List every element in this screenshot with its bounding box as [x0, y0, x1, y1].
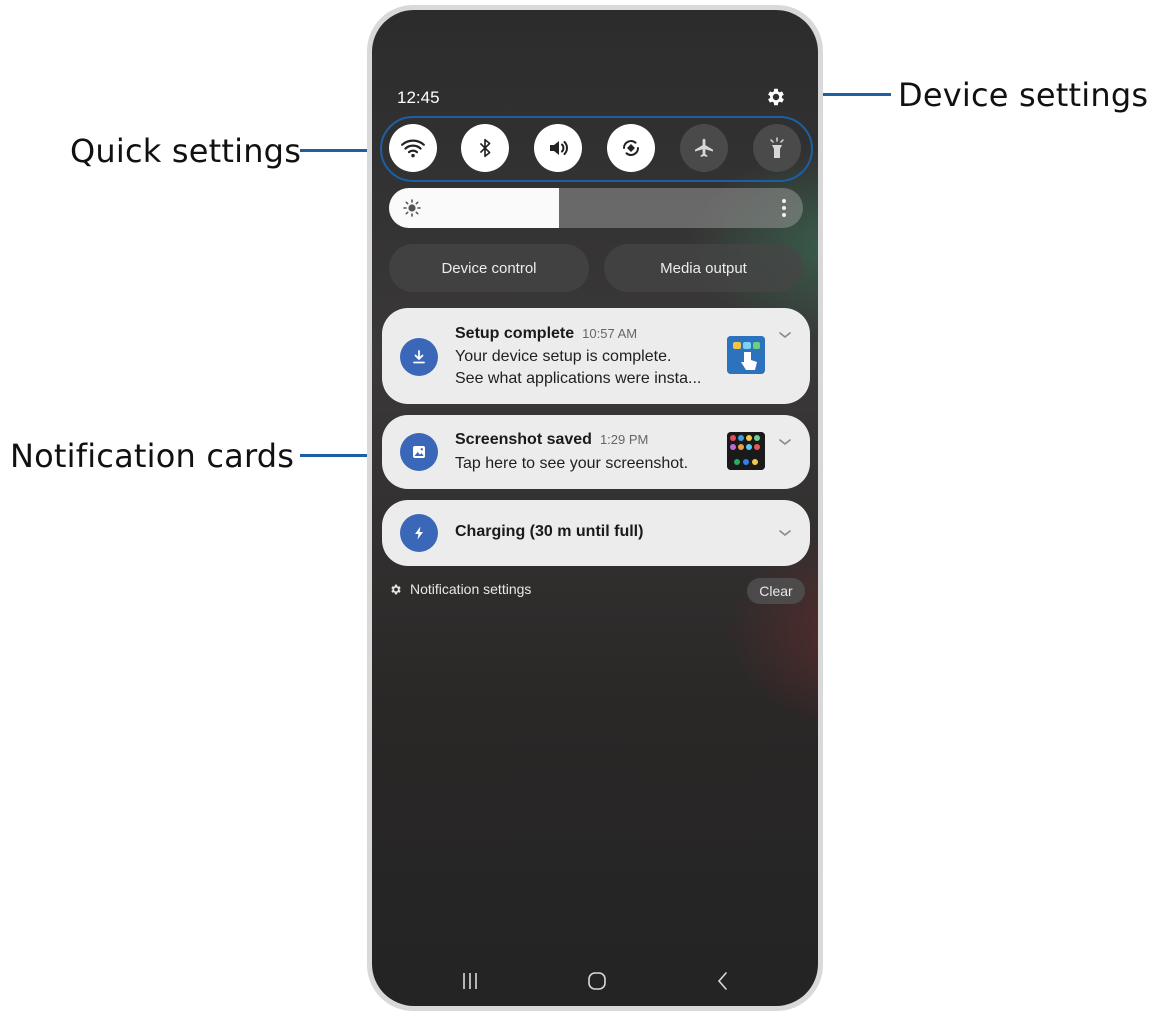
wifi-toggle[interactable] — [389, 124, 437, 172]
chevron-down-icon[interactable] — [778, 528, 792, 538]
notification-text: Tap here to see your screenshot. — [455, 455, 689, 472]
download-icon — [400, 338, 438, 376]
notification-card-charging[interactable]: Charging (30 m until full) — [382, 500, 810, 566]
notification-title: Setup complete 10:57 AM — [455, 325, 638, 342]
lightning-icon — [400, 514, 438, 552]
recents-icon — [463, 973, 477, 989]
notification-time: 1:29 PM — [599, 432, 649, 447]
device-settings-callout: Device settings — [898, 76, 1149, 114]
clear-button[interactable]: Clear — [747, 578, 805, 604]
brightness-slider[interactable] — [389, 188, 803, 228]
screenshot-thumbnail — [727, 432, 765, 470]
notification-title: Charging (30 m until full) — [455, 523, 644, 540]
wifi-icon — [401, 139, 425, 158]
sun-icon — [402, 198, 422, 223]
notification-panel: 12:45 Device control Media output Setup … — [372, 10, 818, 1006]
flashlight-toggle[interactable] — [753, 124, 801, 172]
notification-title: Screenshot saved 1:29 PM — [455, 431, 649, 448]
bluetooth-toggle[interactable] — [461, 124, 509, 172]
notification-card-screenshot[interactable]: Screenshot saved 1:29 PM Tap here to see … — [382, 415, 810, 489]
notification-text: Your device setup is complete. — [455, 348, 672, 365]
gear-icon — [391, 584, 401, 594]
quick-settings-highlight — [380, 116, 813, 182]
flashlight-icon — [770, 137, 784, 158]
bluetooth-icon — [479, 138, 491, 158]
notification-time: 10:57 AM — [582, 326, 638, 341]
notification-card-setup[interactable]: Setup complete 10:57 AM Your device setup… — [382, 308, 810, 404]
airplane-toggle[interactable] — [680, 124, 728, 172]
back-icon — [717, 972, 727, 990]
auto-rotate-toggle[interactable] — [607, 124, 655, 172]
status-time: 12:45 — [397, 88, 440, 107]
home-icon — [588, 972, 606, 990]
volume-icon — [550, 141, 568, 155]
notification-settings-label: Notification settings — [410, 581, 532, 597]
airplane-icon — [695, 138, 713, 157]
home-button[interactable] — [586, 970, 608, 997]
notification-text-line2: See what applications were insta... — [455, 370, 702, 387]
rotate-icon — [623, 140, 639, 156]
app-thumbnail — [727, 336, 765, 374]
device-control-button[interactable]: Device control — [389, 244, 589, 292]
settings-gear-icon[interactable] — [765, 86, 787, 108]
recents-button[interactable] — [460, 970, 480, 997]
back-button[interactable] — [716, 970, 730, 997]
chevron-down-icon[interactable] — [778, 437, 792, 447]
chevron-down-icon[interactable] — [778, 330, 792, 340]
notification-settings-link[interactable]: Notification settings — [389, 581, 531, 597]
quick-settings-callout: Quick settings — [70, 132, 302, 170]
media-output-button[interactable]: Media output — [604, 244, 803, 292]
more-options-icon[interactable] — [781, 198, 787, 223]
image-icon — [400, 433, 438, 471]
sound-toggle[interactable] — [534, 124, 582, 172]
notification-cards-callout: Notification cards — [10, 437, 295, 475]
